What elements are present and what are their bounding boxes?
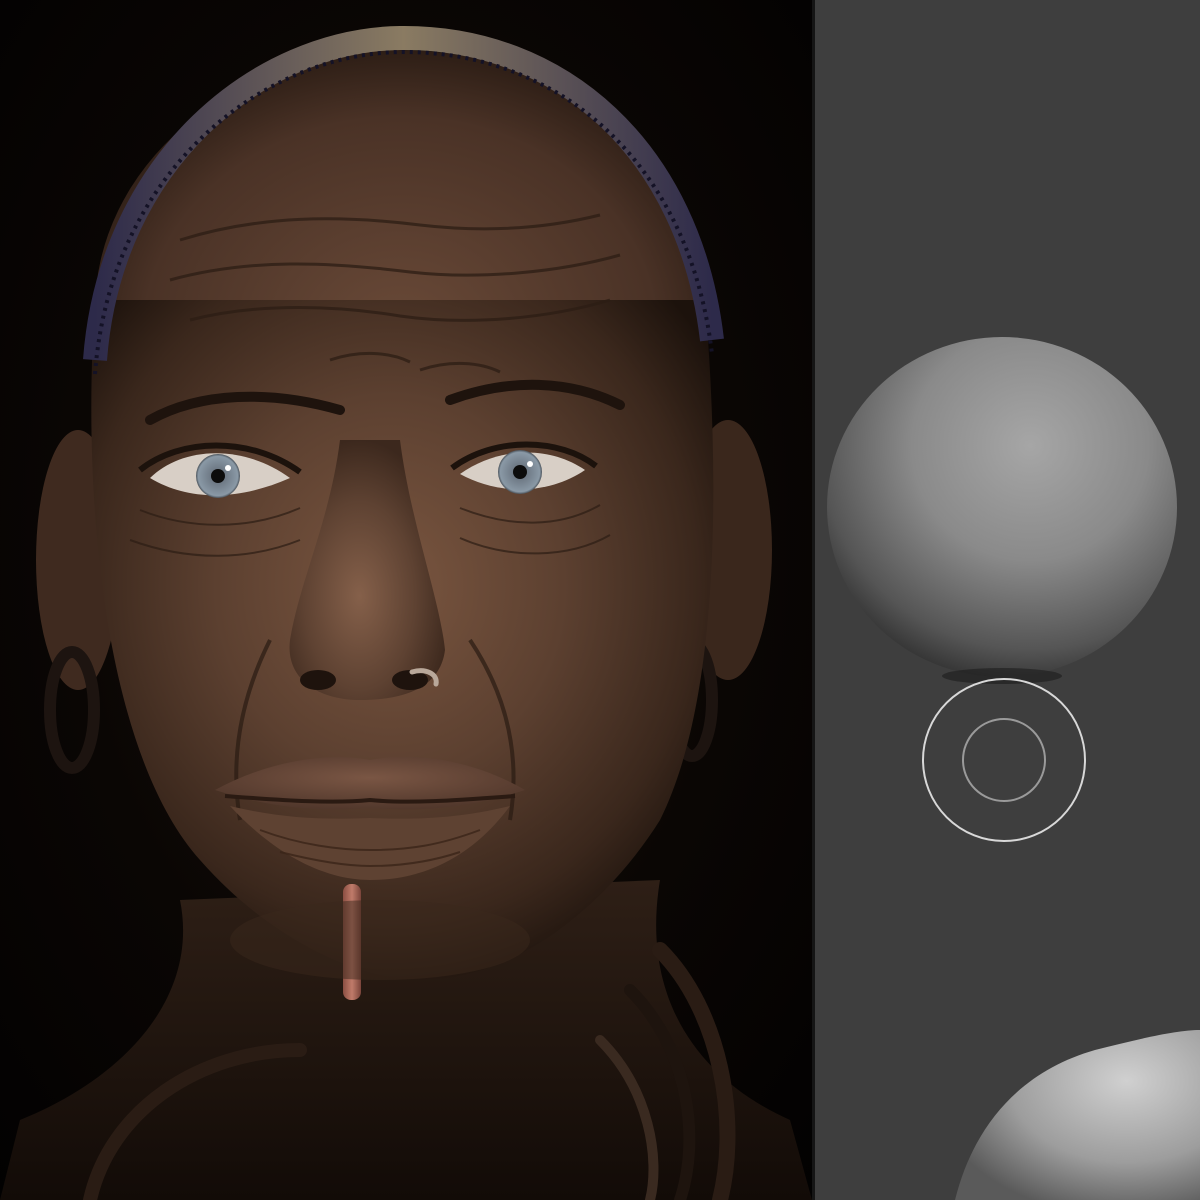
portrait-render	[0, 0, 812, 1200]
sculpt-app-window	[0, 0, 1200, 1200]
sculpt-canvas[interactable]	[815, 0, 1200, 1200]
chin-shadow	[230, 900, 530, 980]
sphere-shadow	[942, 668, 1062, 684]
sculpt-sphere[interactable]	[827, 337, 1177, 677]
render-preview-panel	[0, 0, 812, 1200]
sculpt-viewport[interactable]	[815, 0, 1200, 1200]
